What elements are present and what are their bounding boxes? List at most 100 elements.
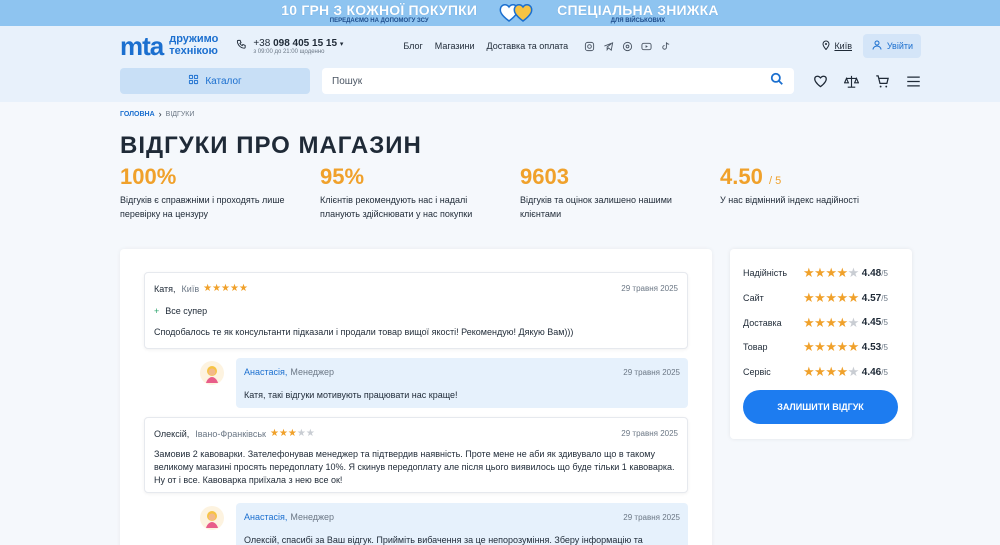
phone-block[interactable]: +38 098 405 15 15 ▾ з 09:00 до 21:00 щод… [236, 37, 343, 55]
main-nav: Блог Магазини Доставка та оплата [403, 41, 568, 51]
breadcrumb-separator: › [158, 109, 162, 119]
review-author: Катя, [154, 283, 176, 294]
reply-text: Катя, такі відгуки мотивують працювати н… [244, 390, 458, 400]
logo[interactable]: mta дружимо технікою [120, 31, 218, 62]
rating-row-service: Сервіс ★★★★★ 4.46 /5 [743, 360, 899, 385]
rating-label: Товар [743, 342, 768, 353]
search-input[interactable] [332, 75, 770, 87]
telegram-icon[interactable] [603, 41, 614, 52]
login-button[interactable]: Увійти [862, 34, 921, 58]
star-empty-icon: ★ [305, 428, 315, 439]
page-title: ВІДГУКИ ПРО МАГАЗИН [120, 132, 422, 159]
stat-reliability-index: 4.50 / 5 У нас відмінний індекс надійнос… [720, 164, 920, 221]
stat-recommend: 95% Клієнтів рекомендують нас і надалі п… [320, 164, 520, 221]
star-filled-icon: ★ [836, 265, 848, 281]
star-filled-icon: ★ [212, 283, 222, 294]
star-filled-icon: ★ [287, 428, 297, 439]
rating-value: 4.53 [861, 341, 882, 353]
search-icon[interactable] [770, 72, 784, 91]
promo-donation: 10 ГРН З КОЖНОЇ ПОКУПКИ ПЕРЕДАЄМО НА ДОП… [281, 3, 477, 24]
star-filled-icon: ★ [803, 339, 815, 355]
rating-row-reliability: Надійність ★★★★★ 4.48 /5 [743, 261, 899, 286]
stat-description: Клієнтів рекомендують нас і надалі плану… [320, 195, 473, 219]
star-filled-icon: ★ [836, 339, 848, 355]
star-filled-icon: ★ [230, 283, 239, 294]
rating-value: 4.46 [861, 366, 882, 378]
stat-value: 95% [320, 164, 520, 190]
youtube-icon[interactable] [641, 41, 652, 52]
star-filled-icon: ★ [814, 339, 826, 355]
star-filled-icon: ★ [825, 364, 837, 380]
promo-military-subtitle: ДЛЯ ВІЙСЬКОВИХ [610, 17, 666, 24]
rating-row-product: Товар ★★★★★ 4.53 /5 [743, 335, 899, 360]
rating-max: /5 [881, 293, 888, 303]
promo-military: СПЕЦІАЛЬНА ЗНИЖКА ДЛЯ ВІЙСЬКОВИХ [557, 3, 719, 24]
review-city: Київ [181, 283, 200, 294]
phone-number: 098 405 15 15 [273, 37, 338, 49]
star-filled-icon: ★ [269, 428, 279, 439]
manager-reply: Анастасія, Менеджер 29 травня 2025 Катя,… [236, 358, 688, 408]
promo-banner[interactable]: 10 ГРН З КОЖНОЇ ПОКУПКИ ПЕРЕДАЄМО НА ДОП… [0, 0, 1000, 26]
instagram-icon[interactable] [584, 41, 595, 52]
star-filled-icon: ★ [847, 290, 860, 306]
review-header: Катя, Київ ★★★★★ 29 травня 2025 [154, 283, 678, 294]
leave-review-button[interactable]: ЗАЛИШИТИ ВІДГУК [743, 390, 898, 424]
site-header: mta дружимо технікою +38 098 405 15 15 ▾… [0, 26, 1000, 66]
rating-stars: ★★★★★ [803, 315, 859, 331]
nav-stores[interactable]: Магазини [435, 41, 475, 51]
nav-blog[interactable]: Блог [403, 41, 422, 51]
rating-stars: ★★★★★ [803, 265, 859, 281]
nav-delivery[interactable]: Доставка та оплата [487, 41, 569, 51]
promo-military-title: СПЕЦІАЛЬНА ЗНИЖКА [557, 1, 719, 18]
hearts-icon [499, 3, 535, 23]
review-date: 29 травня 2025 [621, 284, 678, 293]
compare-scales-icon[interactable] [843, 73, 859, 89]
tiktok-icon[interactable] [660, 41, 671, 52]
breadcrumb: ГОЛОВНА › ВІДГУКИ [120, 109, 194, 119]
catalog-button[interactable]: Каталог [120, 68, 310, 94]
catalog-label: Каталог [205, 75, 242, 87]
grid-icon [188, 74, 199, 88]
star-empty-icon: ★ [847, 364, 860, 380]
star-filled-icon: ★ [847, 339, 860, 355]
rating-max: /5 [881, 367, 888, 377]
rating-value: 4.48 [861, 267, 882, 279]
breadcrumb-home[interactable]: ГОЛОВНА [120, 111, 155, 118]
search-row: Каталог [0, 66, 1000, 102]
heart-icon[interactable] [812, 73, 828, 89]
star-filled-icon: ★ [803, 265, 815, 281]
rating-max: /5 [881, 268, 888, 278]
header-tools [812, 73, 921, 89]
reply-role: Менеджер [290, 367, 335, 377]
rating-value: 4.57 [861, 292, 882, 304]
stats-row: 100% Відгуків є справжніми і проходять л… [120, 164, 920, 221]
reply-author: Анастасія, [244, 367, 288, 377]
phone-number-line: +38 098 405 15 15 ▾ [253, 38, 343, 49]
stat-value-suffix: / 5 [768, 175, 782, 187]
star-empty-icon: ★ [847, 314, 860, 330]
review-card: Катя, Київ ★★★★★ 29 травня 2025 + Все суп… [144, 272, 688, 349]
star-filled-icon: ★ [221, 283, 231, 294]
star-filled-icon: ★ [238, 283, 248, 294]
chevron-down-icon: ▾ [339, 40, 344, 48]
threads-icon[interactable] [622, 41, 633, 52]
star-filled-icon: ★ [803, 364, 815, 380]
rating-value: 4.45 [861, 317, 882, 329]
rating-label: Сайт [743, 293, 764, 304]
stat-value-number: 9603 [520, 164, 569, 189]
review-pros-text: Все супер [165, 306, 208, 316]
rating-max: /5 [881, 318, 888, 328]
cart-icon[interactable] [874, 73, 890, 89]
city-selector[interactable]: Київ [822, 40, 852, 52]
reply-header: Анастасія, Менеджер 29 травня 2025 [244, 512, 680, 522]
star-filled-icon: ★ [814, 290, 826, 306]
menu-hamburger-icon[interactable] [905, 73, 921, 89]
reviews-panel: Катя, Київ ★★★★★ 29 травня 2025 + Все суп… [120, 249, 712, 545]
phone-icon [236, 37, 247, 55]
rating-max: /5 [881, 342, 888, 352]
star-filled-icon: ★ [825, 290, 837, 306]
stat-value: 9603 [520, 164, 720, 190]
rating-stars: ★★★★★ [803, 339, 859, 355]
star-filled-icon: ★ [803, 314, 815, 330]
review-city: Івано-Франківськ [195, 428, 266, 439]
